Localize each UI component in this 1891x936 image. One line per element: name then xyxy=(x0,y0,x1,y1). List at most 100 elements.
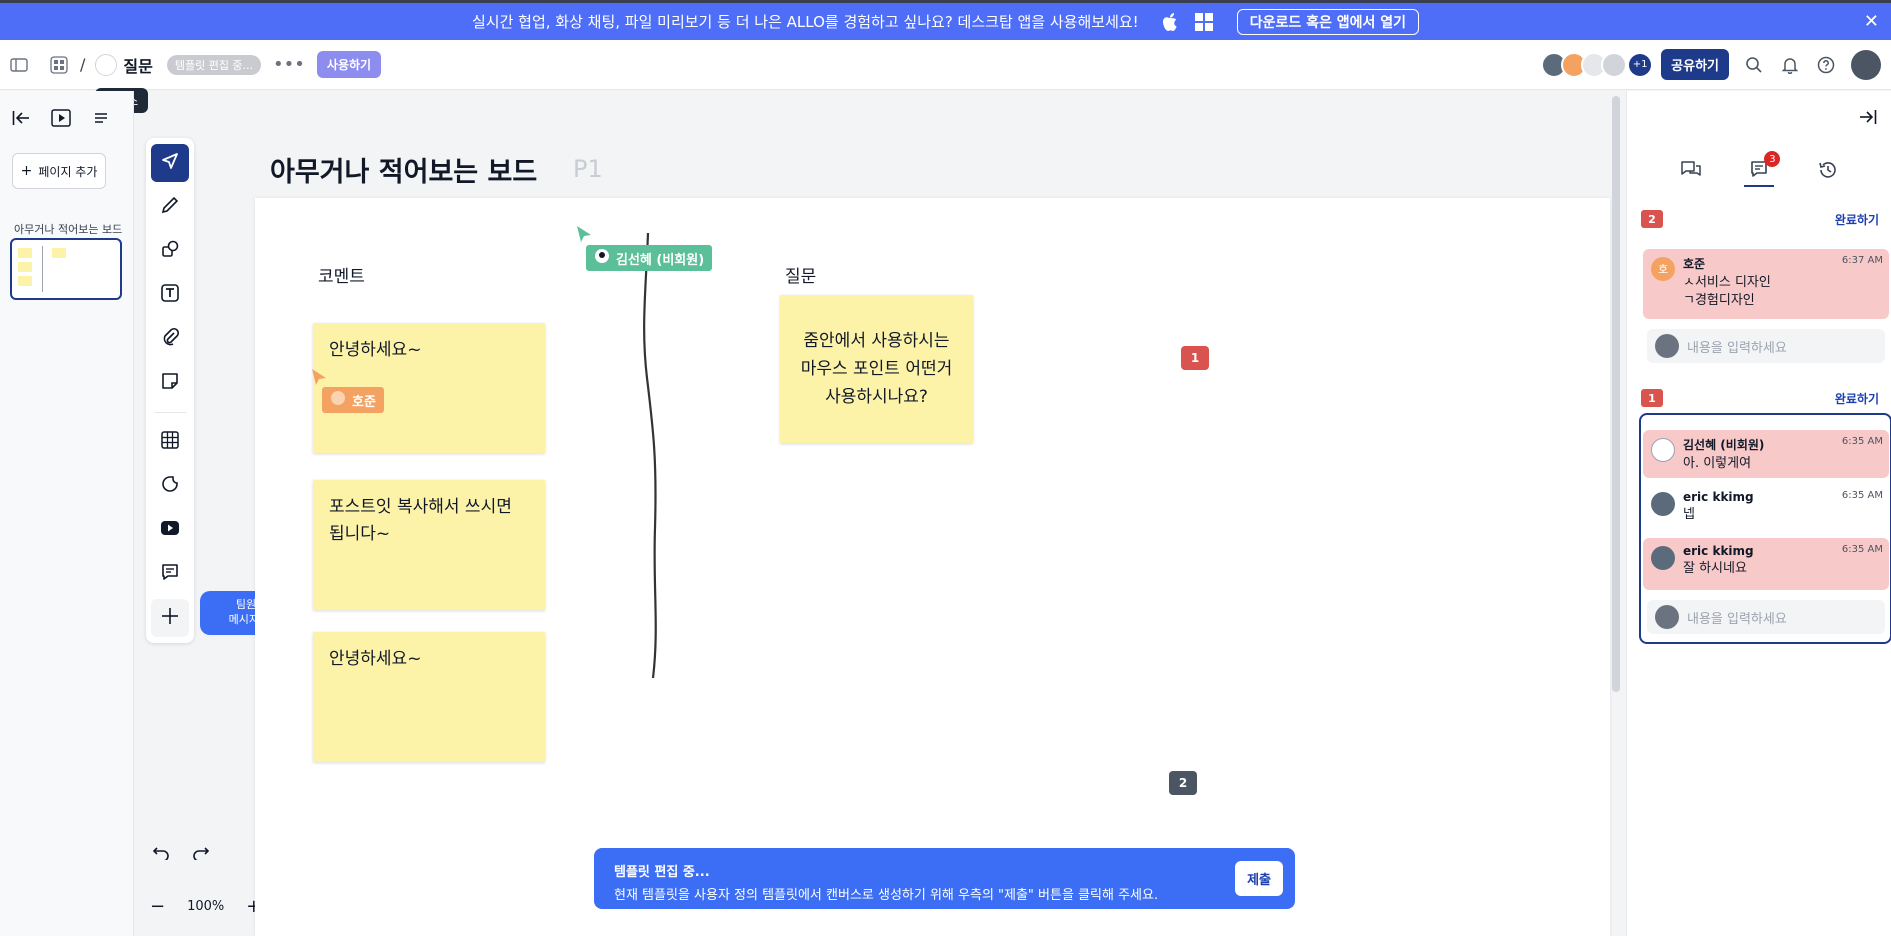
plus-icon: + xyxy=(20,163,33,179)
comment-text: 아. 이렇게여 xyxy=(1683,456,1752,471)
sticky-note-text: 줌안에서 사용하시는 마우스 포인트 어떤거 사용하시나요? xyxy=(800,331,953,407)
pen-tool[interactable] xyxy=(151,188,189,226)
windows-icon xyxy=(1193,11,1215,33)
undo-icon[interactable] xyxy=(152,844,170,864)
template-editing-pill: 템플릿 편집 중... xyxy=(166,54,262,75)
select-tool[interactable] xyxy=(151,144,189,182)
zoom-out-icon[interactable]: − xyxy=(150,896,165,917)
use-template-button[interactable]: 사용하기 xyxy=(316,51,382,78)
reply-input[interactable]: 내용을 입력하세요 xyxy=(1647,329,1885,363)
add-page-label: 페이지 추가 xyxy=(38,164,98,179)
banner-close-icon[interactable]: ✕ xyxy=(1864,11,1879,32)
help-icon[interactable] xyxy=(1815,54,1837,76)
toolbar-divider xyxy=(154,412,186,413)
comment-text: ㅅ서비스 디자인 xyxy=(1683,275,1771,290)
panel-tabs: 3 xyxy=(1627,151,1891,187)
template-bar-description: 현재 템플릿을 사용자 정의 템플릿에서 캔버스로 생성하기 위해 우측의 "제… xyxy=(614,888,1159,903)
top-header: / 질문 템플릿 편집 중... ••• 사용하기 +1 공유하기 xyxy=(0,40,1891,90)
sticky-note[interactable]: 줌안에서 사용하시는 마우스 포인트 어떤거 사용하시나요? xyxy=(780,295,973,443)
text-icon xyxy=(160,283,180,307)
collaborator-avatar[interactable] xyxy=(1601,51,1628,78)
template-editing-bar: 템플릿 편집 중... 현재 템플릿을 사용자 정의 템플릿에서 캔버스로 생성… xyxy=(594,848,1295,909)
my-avatar[interactable] xyxy=(1851,49,1881,80)
history-icon xyxy=(1818,160,1838,184)
comment-icon xyxy=(160,562,180,586)
sticky-note[interactable]: 안녕하세요~ xyxy=(313,632,545,762)
sticker-tool[interactable] xyxy=(151,467,189,505)
attach-tool[interactable] xyxy=(151,320,189,358)
bell-icon[interactable] xyxy=(1779,54,1801,76)
add-page-button[interactable]: + 페이지 추가 xyxy=(12,153,106,189)
more-menu-button[interactable]: ••• xyxy=(273,54,305,75)
chat-icon xyxy=(1680,160,1702,184)
sidebar-toggle-icon[interactable] xyxy=(8,54,30,76)
table-tool[interactable] xyxy=(151,423,189,461)
canvas-scrollbar[interactable] xyxy=(1612,96,1620,692)
comment-tool[interactable] xyxy=(151,555,189,593)
more-tools-button[interactable] xyxy=(151,599,189,637)
download-open-app-button[interactable]: 다운로드 혹은 앱에서 열기 xyxy=(1236,8,1420,35)
comment-text: 잘 하시네요 xyxy=(1683,561,1747,576)
zoom-level[interactable]: 100% xyxy=(187,899,224,914)
comment-item[interactable]: eric kkimg 6:35 AM 잘 하시네요 xyxy=(1643,538,1889,590)
comment-item[interactable]: 호 호준 6:37 AM ㅅ서비스 디자인 ㄱ경험디자인 xyxy=(1643,249,1889,319)
submit-button[interactable]: 제출 xyxy=(1235,861,1283,896)
remote-cursor-arrow-icon xyxy=(577,226,591,242)
reply-input[interactable]: 내용을 입력하세요 xyxy=(1647,600,1885,634)
header-actions: +1 공유하기 xyxy=(1541,49,1881,80)
my-avatar xyxy=(1655,334,1679,358)
present-icon[interactable] xyxy=(50,107,72,129)
apps-grid-icon[interactable] xyxy=(48,54,70,76)
comments-panel: 3 2 완료하기 호 호준 6:37 AM ㅅ서비스 디자인 ㄱ경험디자인 내용… xyxy=(1626,91,1891,936)
collapse-left-icon[interactable] xyxy=(10,107,32,129)
sticky-note-tool[interactable] xyxy=(151,364,189,402)
extra-collaborators-count[interactable]: +1 xyxy=(1629,53,1652,76)
collapse-right-icon[interactable] xyxy=(1859,109,1877,129)
page-title[interactable]: 질문 xyxy=(123,53,152,77)
board-page-tag: P1 xyxy=(573,155,603,183)
pages-panel: + 페이지 추가 아무거나 적어보는 보드 xyxy=(0,91,134,936)
sticky-note[interactable]: 포스트잇 복사해서 쓰시면 됩니다~ xyxy=(313,480,545,610)
freehand-drawing[interactable] xyxy=(635,228,675,688)
plus-icon xyxy=(160,606,180,630)
video-tool[interactable] xyxy=(151,511,189,549)
list-icon[interactable] xyxy=(90,107,112,129)
remote-cursor-label: 호준 xyxy=(322,387,384,413)
resolve-thread-button[interactable]: 완료하기 xyxy=(1835,211,1879,228)
shape-tool[interactable] xyxy=(151,232,189,270)
comment-text: 넵 xyxy=(1683,507,1695,522)
commenter-avatar xyxy=(1651,438,1675,462)
commenter-avatar: 호 xyxy=(1651,257,1675,281)
youtube-icon xyxy=(160,520,180,540)
column-label-comment: 코멘트 xyxy=(318,267,365,287)
remote-cursor-label: 김선혜 (비회원) xyxy=(586,245,713,271)
page-thumbnail[interactable] xyxy=(10,238,122,300)
comment-item[interactable]: 김선혜 (비회원) 6:35 AM 아. 이렇게여 xyxy=(1643,430,1889,478)
sticky-note-text: 안녕하세요~ xyxy=(329,649,422,669)
thread-number-badge: 2 xyxy=(1641,210,1663,228)
comment-item[interactable]: eric kkimg 6:35 AM 넵 xyxy=(1643,484,1889,532)
search-icon[interactable] xyxy=(1743,54,1765,76)
board-canvas[interactable]: 코멘트 질문 안녕하세요~ 포스트잇 복사해서 쓰시면 됩니다~ 안녕하세요~ … xyxy=(255,198,1610,936)
remote-cursor-name: 호준 xyxy=(352,394,376,410)
comment-time: 6:35 AM xyxy=(1841,436,1883,447)
comment-pin-badge[interactable]: 2 xyxy=(1169,771,1197,795)
redo-icon[interactable] xyxy=(192,844,210,864)
tab-chat[interactable] xyxy=(1676,157,1706,187)
drawing-toolbar xyxy=(146,138,194,643)
template-bar-title: 템플릿 편집 중... xyxy=(614,865,710,880)
resolve-thread-button[interactable]: 완료하기 xyxy=(1835,390,1879,407)
comment-pin-badge[interactable]: 1 xyxy=(1181,346,1209,370)
remote-cursor-arrow-icon xyxy=(312,369,326,385)
board-title[interactable]: 아무거나 적어보는 보드 xyxy=(270,150,537,189)
banner-message: 실시간 협업, 화상 채팅, 파일 미리보기 등 더 나은 ALLO를 경험하고… xyxy=(471,13,1139,31)
tab-history[interactable] xyxy=(1813,157,1843,187)
column-label-question: 질문 xyxy=(785,267,817,287)
tab-comments[interactable]: 3 xyxy=(1744,151,1781,187)
share-button[interactable]: 공유하기 xyxy=(1661,49,1729,80)
sticker-icon xyxy=(160,474,180,498)
text-tool[interactable] xyxy=(151,276,189,314)
sticky-note-icon xyxy=(160,371,180,395)
history-controls xyxy=(152,844,210,864)
comment-time: 6:35 AM xyxy=(1841,490,1883,501)
